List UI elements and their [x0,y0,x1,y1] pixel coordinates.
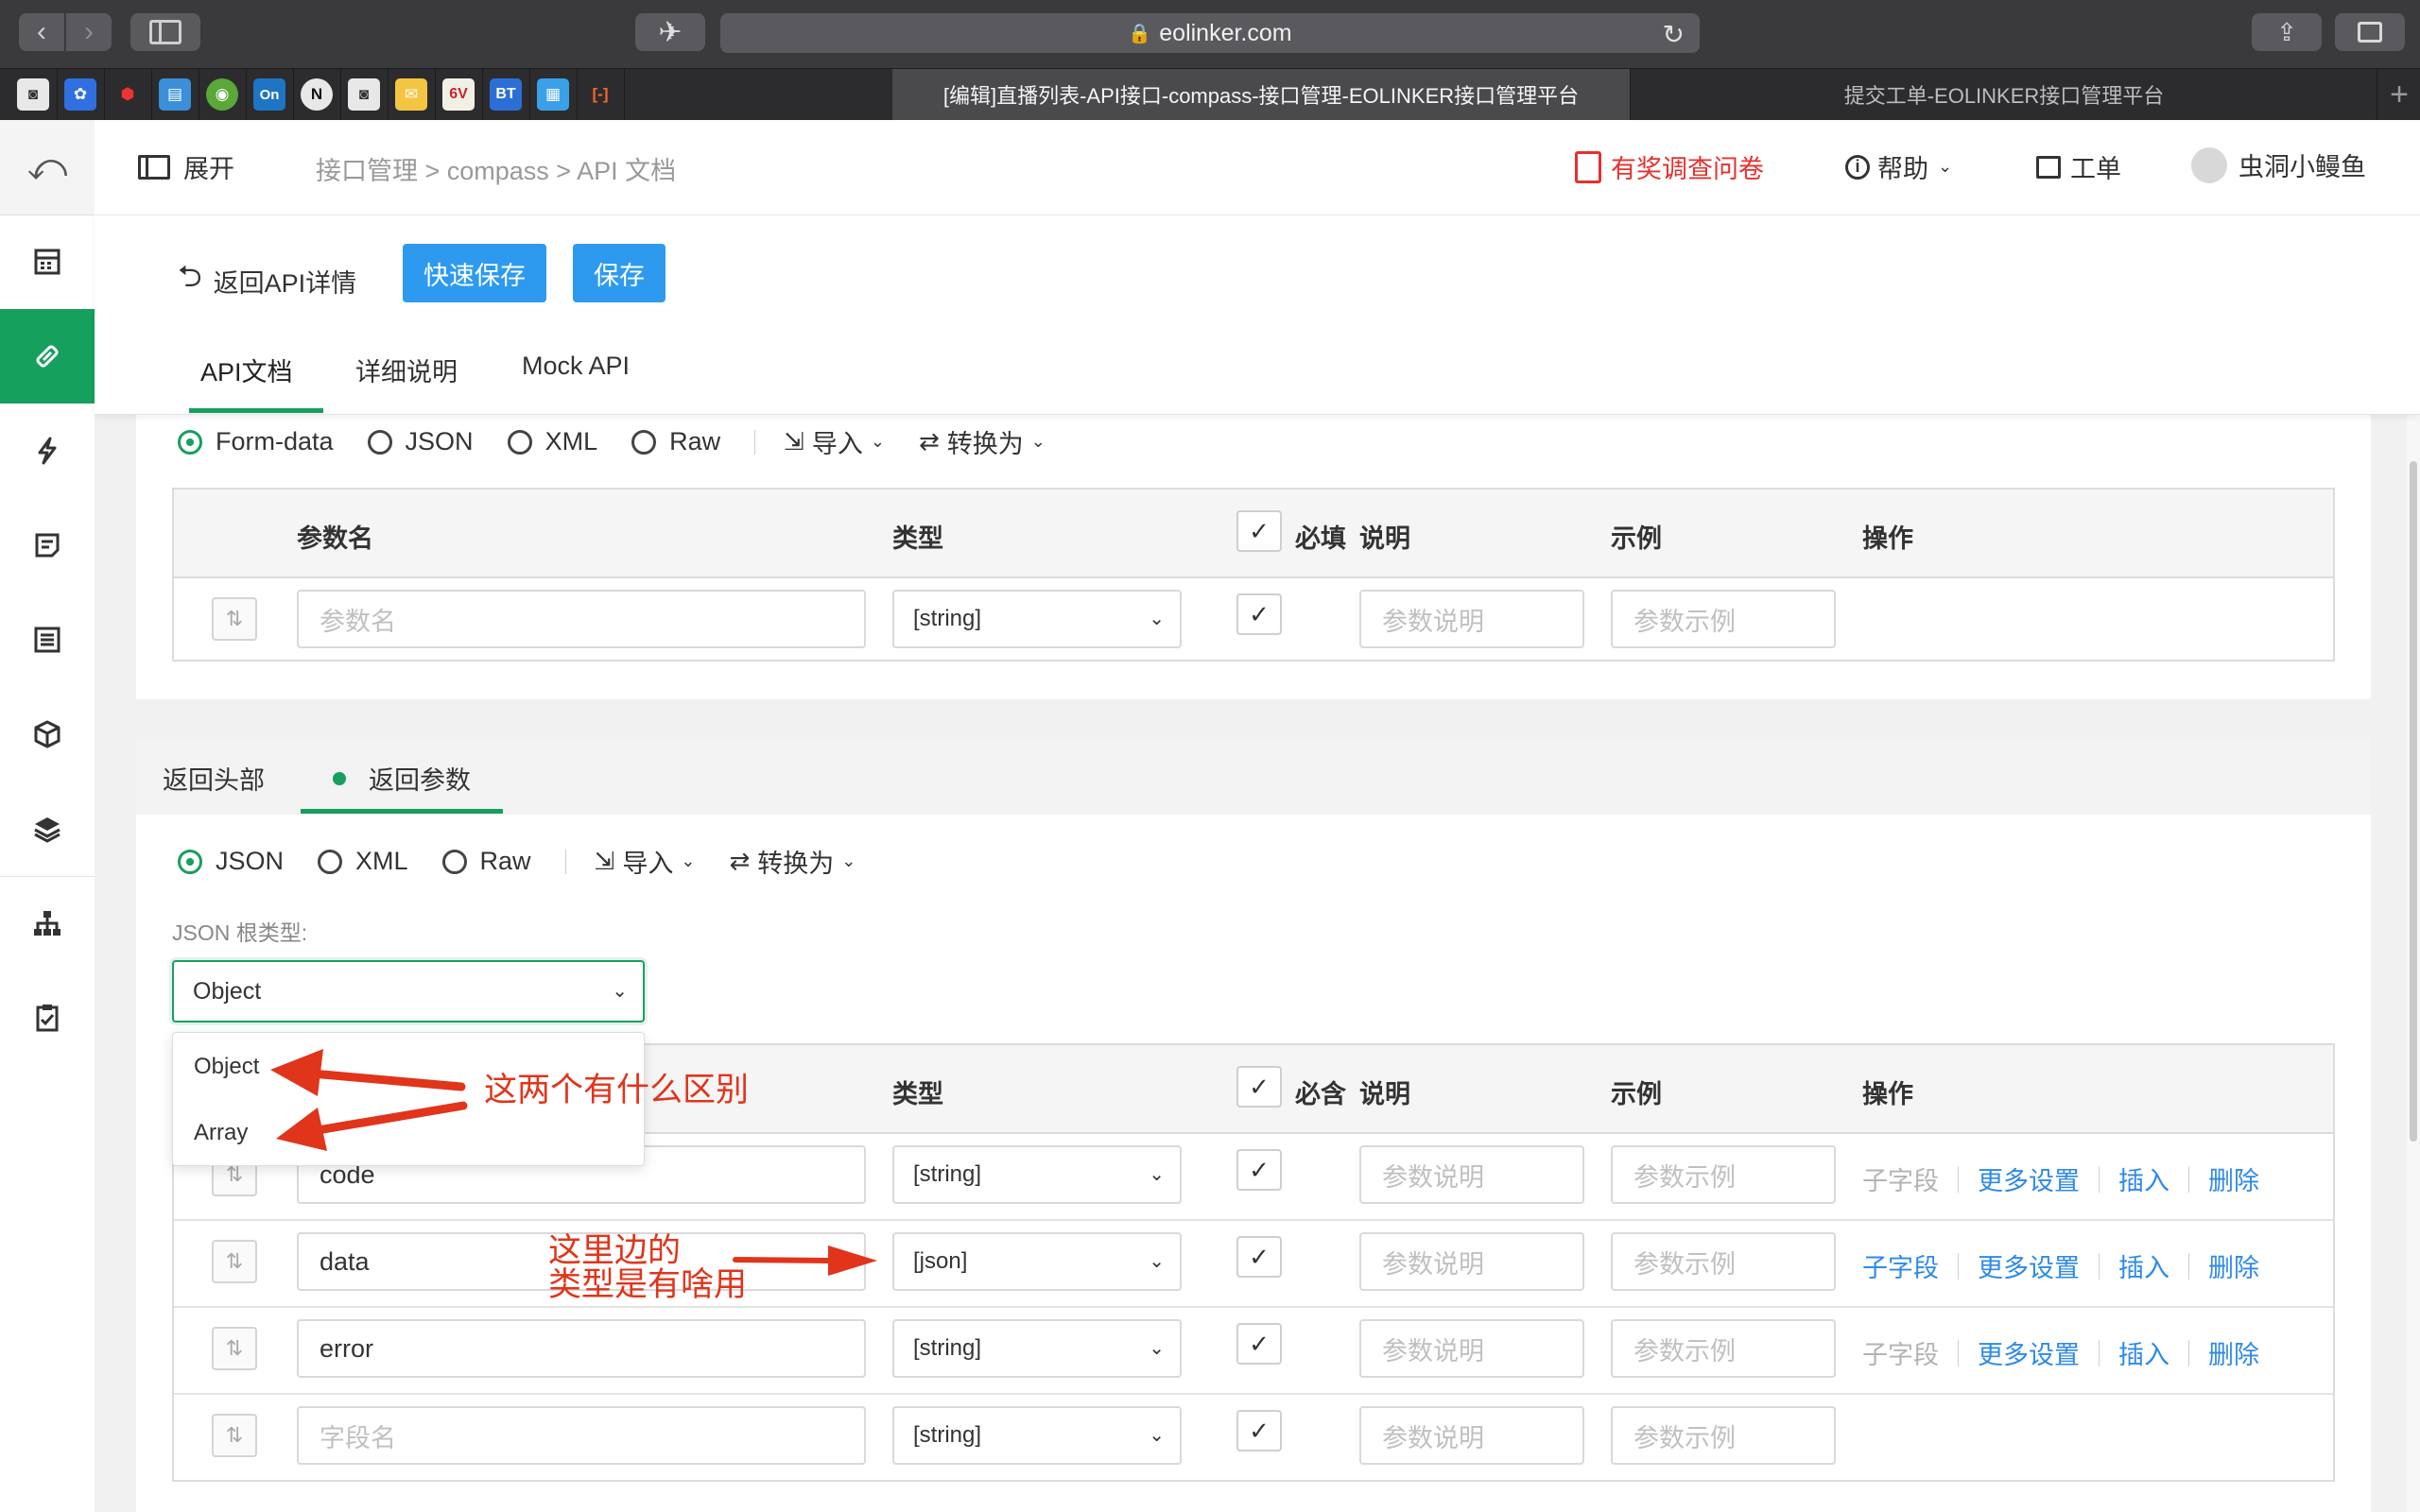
annotation-arrow-3-shaft [733,1257,835,1263]
annotation-note-1: 这两个有什么区别 [484,1072,750,1108]
annotation-arrow-2-shaft [313,1101,468,1135]
annotation-note-2-line1: 这里边的 [548,1232,682,1269]
annotation-arrow-1-shaft [307,1069,466,1091]
annotation-arrow-1-head [270,1049,323,1096]
annotation-arrow-2-head [276,1108,327,1151]
annotation-note-2-line2: 类型是有啥用 [548,1266,748,1303]
annotation-arrow-3-head [828,1246,877,1276]
annotation-arrows [270,1049,877,1276]
